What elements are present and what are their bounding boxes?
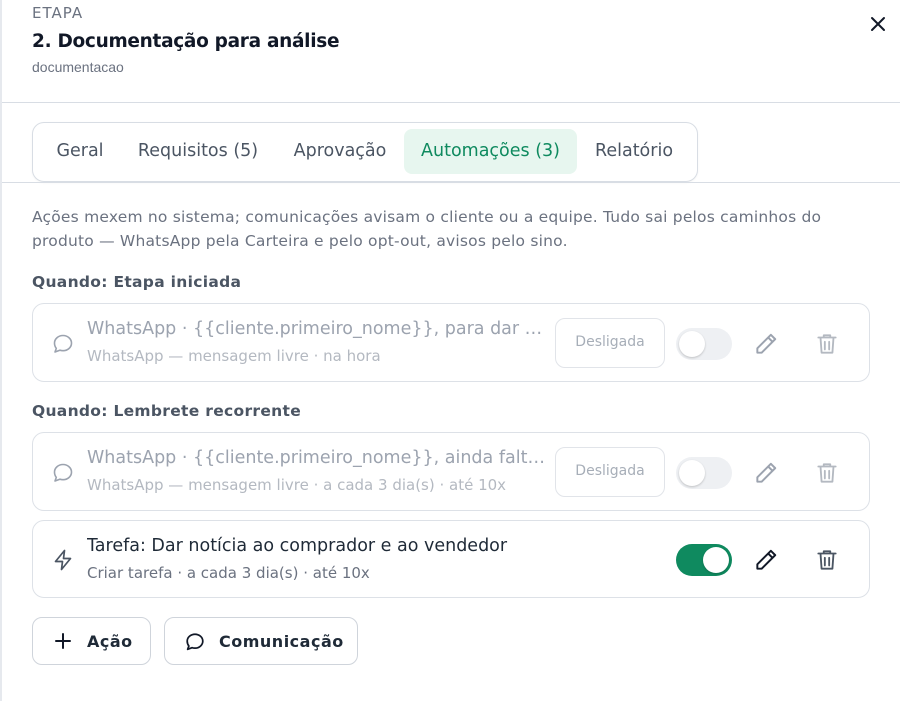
intro-text: Ações mexem no sistema; comunicações avi… <box>32 208 822 250</box>
plus-icon <box>55 633 71 649</box>
close-icon[interactable] <box>868 14 888 34</box>
enable-toggle[interactable] <box>676 328 732 360</box>
tab-relatorio[interactable]: Relatório <box>583 129 685 174</box>
chat-bubble-icon <box>186 633 204 651</box>
automation-title: WhatsApp · {{cliente.primeiro_nome}}, ai… <box>87 448 547 468</box>
stage-title: 2. Documentação para análise <box>32 31 340 52</box>
pencil-icon[interactable] <box>753 547 779 573</box>
toggle-knob <box>703 547 729 573</box>
trash-icon[interactable] <box>814 460 840 486</box>
trash-icon[interactable] <box>814 547 840 573</box>
chat-bubble-icon <box>53 334 73 353</box>
tab-bar: Geral Requisitos (5) Aprovação Automaçõe… <box>32 122 698 182</box>
tab-geral[interactable]: Geral <box>41 129 119 174</box>
stage-eyebrow: ETAPA <box>32 4 84 22</box>
automation-subtitle: WhatsApp — mensagem livre · a cada 3 dia… <box>87 476 507 494</box>
tab-automacoes[interactable]: Automações (3) <box>404 129 577 174</box>
status-badge: Desligada <box>555 447 665 497</box>
automation-subtitle: WhatsApp — mensagem livre · na hora <box>87 347 381 365</box>
tab-requisitos[interactable]: Requisitos (5) <box>127 129 269 174</box>
section-title: Quando: Etapa iniciada <box>32 273 242 291</box>
enable-toggle[interactable] <box>676 457 732 489</box>
stage-slug: documentacao <box>32 59 124 75</box>
toggle-knob <box>679 331 705 357</box>
automation-card: Tarefa: Dar notícia ao comprador e ao ve… <box>32 520 870 598</box>
add-action-button[interactable]: Ação <box>32 617 151 665</box>
tab-aprovacao[interactable]: Aprovação <box>279 129 401 174</box>
automation-title: Tarefa: Dar notícia ao comprador e ao ve… <box>87 536 508 556</box>
chat-bubble-icon <box>53 463 73 482</box>
header-divider <box>2 102 900 103</box>
add-communication-label: Comunicação <box>219 632 344 651</box>
left-border <box>0 0 2 701</box>
trash-icon[interactable] <box>814 331 840 357</box>
pencil-icon[interactable] <box>753 460 779 486</box>
automation-subtitle: Criar tarefa · a cada 3 dia(s) · até 10x <box>87 564 370 582</box>
pencil-icon[interactable] <box>753 331 779 357</box>
tabs-divider <box>2 182 900 183</box>
lightning-icon <box>54 549 72 571</box>
section-title: Quando: Lembrete recorrente <box>32 402 302 420</box>
add-action-label: Ação <box>87 632 133 651</box>
automation-title: WhatsApp · {{cliente.primeiro_nome}}, pa… <box>87 319 547 339</box>
enable-toggle[interactable] <box>676 544 732 576</box>
toggle-knob <box>679 460 705 486</box>
add-communication-button[interactable]: Comunicação <box>164 617 358 665</box>
automation-card: WhatsApp · {{cliente.primeiro_nome}}, ai… <box>32 432 870 511</box>
status-badge: Desligada <box>555 318 665 368</box>
automation-card: WhatsApp · {{cliente.primeiro_nome}}, pa… <box>32 303 870 382</box>
